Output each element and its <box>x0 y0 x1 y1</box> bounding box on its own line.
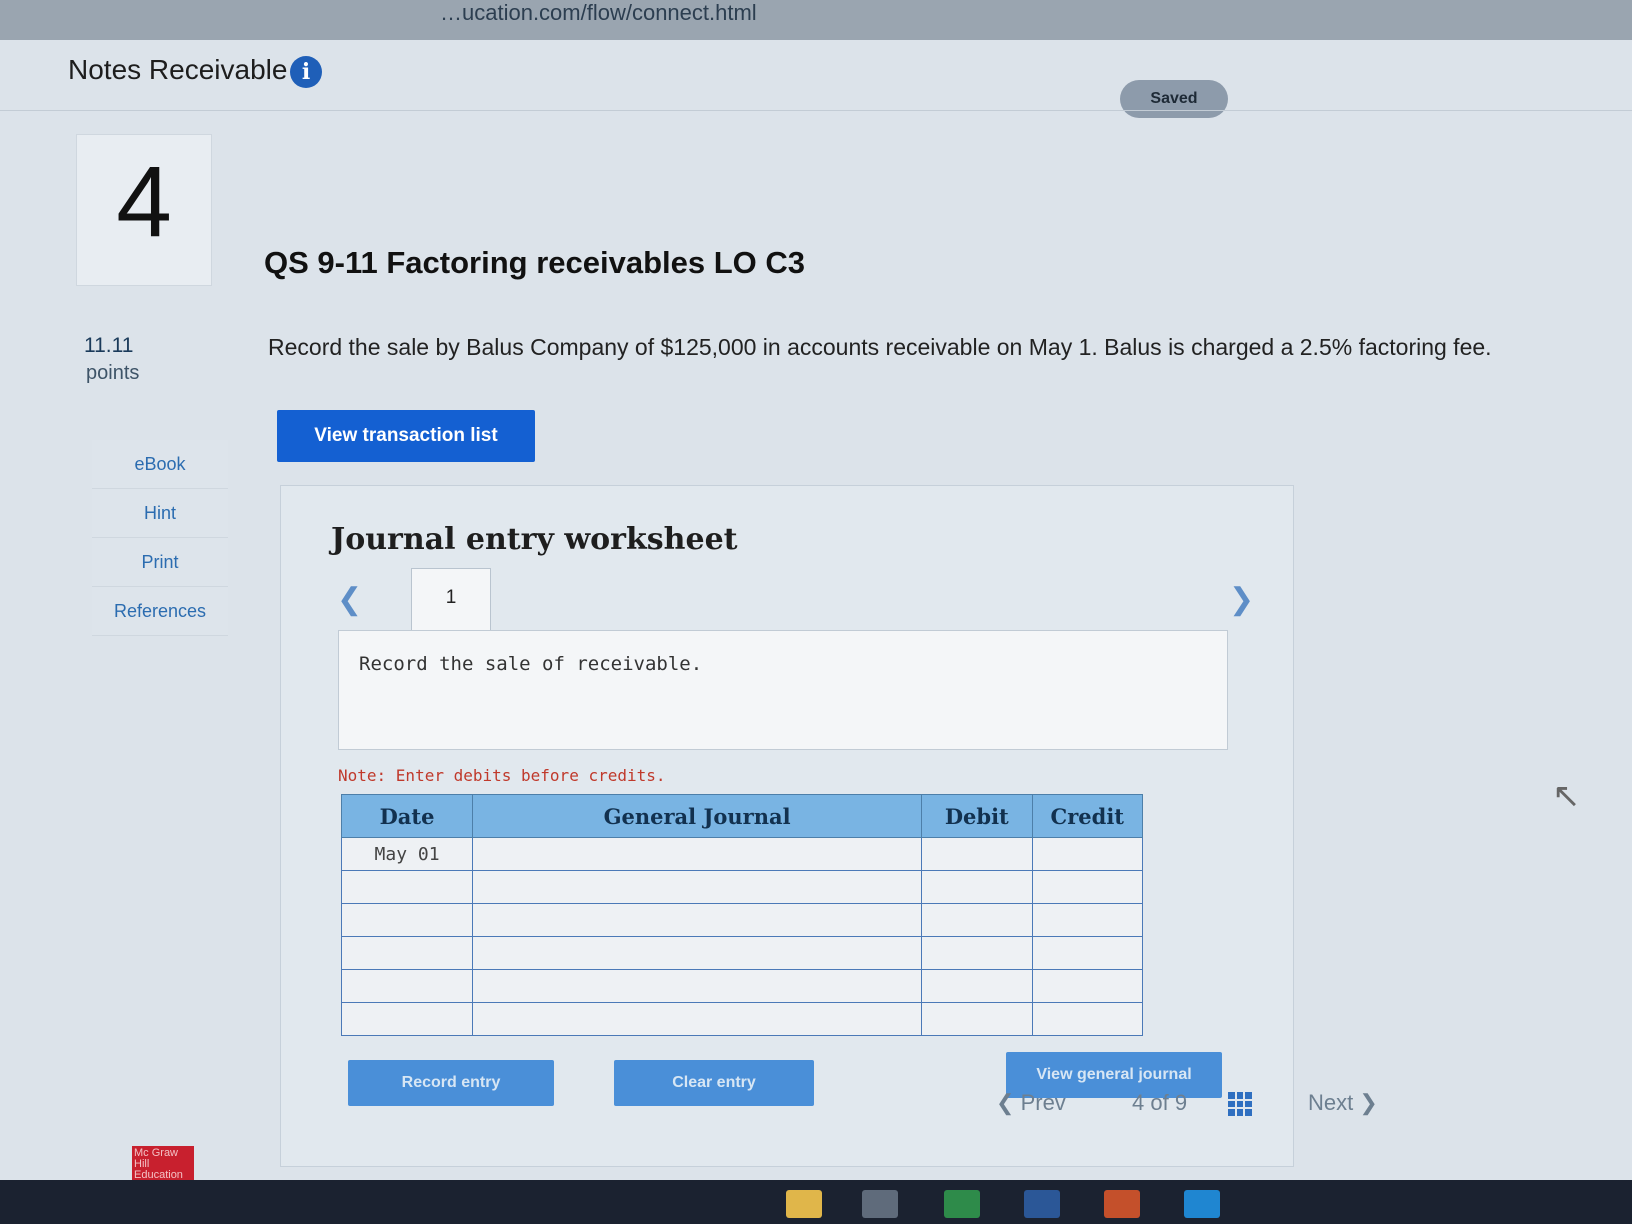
date-cell <box>340 870 474 904</box>
question-number-box: 4 <box>76 134 212 286</box>
table-row <box>340 969 1144 1003</box>
browser-address-bar: …ucation.com/flow/connect.html <box>0 0 1632 40</box>
date-cell <box>340 936 474 970</box>
of-label: of <box>1150 1090 1169 1115</box>
debit-input[interactable] <box>921 837 1033 871</box>
account-input[interactable] <box>472 969 923 1003</box>
page-indicator: 4 of 9 <box>1132 1090 1187 1116</box>
question-title: QS 9-11 Factoring receivables LO C3 <box>264 245 806 280</box>
table-row <box>340 1002 1144 1036</box>
account-input[interactable] <box>472 903 923 937</box>
col-header-date: Date <box>340 794 474 838</box>
credit-input[interactable] <box>1031 870 1144 904</box>
excel-icon[interactable] <box>944 1190 980 1218</box>
chevron-right-icon[interactable]: ❯ <box>1229 582 1254 617</box>
prev-button[interactable]: ❮ Prev <box>996 1090 1066 1116</box>
debit-input[interactable] <box>921 936 1033 970</box>
account-input[interactable] <box>472 837 923 871</box>
view-transaction-list-button[interactable]: View transaction list <box>277 410 535 462</box>
assignment-page: Notes Receivable i Saved 4 QS 9-11 Facto… <box>0 40 1632 1180</box>
mouse-cursor-icon: ↖ <box>1552 777 1581 815</box>
sidebar-item-references[interactable]: References <box>92 587 228 636</box>
debit-input[interactable] <box>921 870 1033 904</box>
credit-input[interactable] <box>1031 837 1144 871</box>
credit-input[interactable] <box>1031 1002 1144 1036</box>
table-row <box>340 870 1144 904</box>
saved-status-badge: Saved <box>1120 80 1228 118</box>
sidebar-item-print[interactable]: Print <box>92 538 228 587</box>
col-header-general-journal: General Journal <box>472 794 923 838</box>
table-row: May 01 <box>340 837 1144 871</box>
credit-input[interactable] <box>1031 969 1144 1003</box>
chevron-right-icon: ❯ <box>1359 1090 1378 1115</box>
date-cell <box>340 903 474 937</box>
total-pages: 9 <box>1174 1090 1188 1115</box>
account-input[interactable] <box>472 870 923 904</box>
chevron-left-icon[interactable]: ❮ <box>337 582 362 617</box>
account-input[interactable] <box>472 936 923 970</box>
date-cell: May 01 <box>340 837 474 871</box>
debits-note: Note: Enter debits before credits. <box>338 766 666 785</box>
transaction-description: Record the sale of receivable. <box>359 653 703 675</box>
debit-input[interactable] <box>921 903 1033 937</box>
debit-input[interactable] <box>921 1002 1033 1036</box>
sidebar-item-hint[interactable]: Hint <box>92 489 228 538</box>
credit-input[interactable] <box>1031 903 1144 937</box>
account-input[interactable] <box>472 1002 923 1036</box>
powerpoint-icon[interactable] <box>1104 1190 1140 1218</box>
points-value: 11.11 <box>84 334 134 357</box>
file-explorer-icon[interactable] <box>786 1190 822 1218</box>
sidebar-item-ebook[interactable]: eBook <box>92 440 228 489</box>
prev-label: Prev <box>1020 1090 1066 1115</box>
debit-input[interactable] <box>921 969 1033 1003</box>
next-button[interactable]: Next ❯ <box>1308 1090 1378 1116</box>
browser-icon[interactable] <box>1184 1190 1220 1218</box>
table-row <box>340 936 1144 970</box>
question-grid-icon[interactable] <box>1228 1092 1252 1116</box>
worksheet-title: Journal entry worksheet <box>331 522 738 557</box>
credit-input[interactable] <box>1031 936 1144 970</box>
question-number: 4 <box>116 146 172 258</box>
chevron-left-icon: ❮ <box>996 1090 1015 1115</box>
tab-transaction-1[interactable]: 1 <box>411 568 491 631</box>
page-title: Notes Receivable <box>68 54 288 85</box>
date-cell <box>340 969 474 1003</box>
points-label: points <box>86 362 140 384</box>
word-icon[interactable] <box>1024 1190 1060 1218</box>
url-text: …ucation.com/flow/connect.html <box>440 0 757 25</box>
resource-sidebar: eBook Hint Print References <box>92 440 228 636</box>
next-label: Next <box>1308 1090 1354 1115</box>
info-icon[interactable]: i <box>290 56 322 88</box>
question-text: Record the sale by Balus Company of $125… <box>268 334 1492 360</box>
header-divider <box>0 110 1632 111</box>
current-page: 4 <box>1132 1090 1145 1115</box>
clear-entry-button[interactable]: Clear entry <box>614 1060 814 1106</box>
col-header-debit: Debit <box>921 794 1033 838</box>
transaction-description-box: Record the sale of receivable. <box>338 630 1228 750</box>
store-icon[interactable] <box>862 1190 898 1218</box>
col-header-credit: Credit <box>1031 794 1144 838</box>
date-cell <box>340 1002 474 1036</box>
journal-table: Date General Journal Debit Credit May 01 <box>340 794 1144 1036</box>
record-entry-button[interactable]: Record entry <box>348 1060 554 1106</box>
table-row <box>340 903 1144 937</box>
